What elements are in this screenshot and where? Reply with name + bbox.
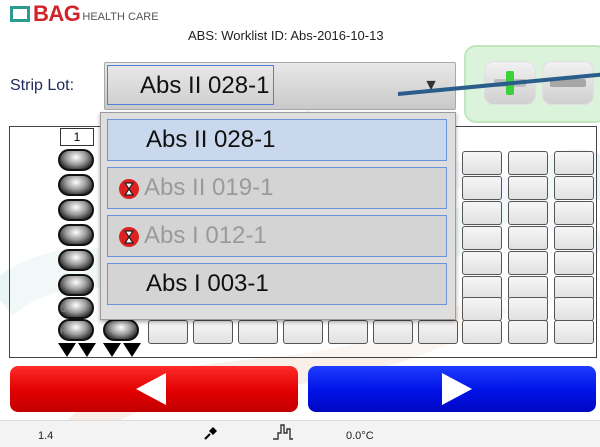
status-bar: 1.4 0.0°C	[0, 420, 600, 447]
strip-marker-icon	[78, 343, 96, 357]
grid-cell[interactable]	[462, 151, 502, 175]
grid-cell[interactable]	[462, 251, 502, 275]
option-label: Abs II 019-1	[144, 174, 274, 201]
grid-cell[interactable]	[328, 320, 368, 344]
next-button[interactable]	[308, 366, 596, 412]
well[interactable]	[58, 224, 94, 246]
option-label: Abs I 003-1	[146, 270, 269, 297]
strip-marker-icon	[103, 343, 121, 357]
logo-square-icon	[10, 6, 30, 22]
well[interactable]	[58, 174, 94, 196]
grid-cell[interactable]	[462, 297, 502, 321]
grid-cell[interactable]	[508, 226, 548, 250]
grid-cell[interactable]	[508, 320, 548, 344]
grid-cell[interactable]	[418, 320, 458, 344]
option-label: Abs II 028-1	[146, 126, 276, 153]
strip-marker-icon	[58, 343, 76, 357]
grid-cell[interactable]	[283, 320, 323, 344]
hourglass-icon	[119, 179, 139, 199]
grid-cell[interactable]	[554, 251, 594, 275]
back-button[interactable]	[10, 366, 298, 412]
strip-lot-option[interactable]: Abs II 028-1	[107, 119, 447, 161]
grid-cell[interactable]	[462, 320, 502, 344]
grid-cell[interactable]	[508, 176, 548, 200]
strip-lot-option[interactable]: Abs I 012-1	[107, 215, 447, 257]
strip-lot-option[interactable]: Abs II 019-1	[107, 167, 447, 209]
option-label: Abs I 012-1	[144, 222, 267, 249]
grid-cell[interactable]	[193, 320, 233, 344]
strip-lot-option[interactable]: Abs I 003-1	[107, 263, 447, 305]
waveform-icon	[273, 424, 293, 440]
grid-cell[interactable]	[554, 151, 594, 175]
hourglass-icon	[119, 227, 139, 247]
brand-name: BAG	[33, 1, 81, 26]
grid-cell[interactable]	[373, 320, 413, 344]
well[interactable]	[58, 149, 94, 171]
grid-cell[interactable]	[554, 297, 594, 321]
grid-cell[interactable]	[554, 226, 594, 250]
worklist-title: ABS: Worklist ID: Abs-2016-10-13	[188, 28, 384, 43]
back-arrow-icon	[136, 373, 166, 405]
well[interactable]	[58, 199, 94, 221]
strip-marker-icon	[123, 343, 141, 357]
brand-logo: BAG HEALTH CARE	[10, 1, 159, 27]
pin-icon	[204, 427, 217, 440]
well[interactable]	[58, 274, 94, 296]
grid-cell[interactable]	[238, 320, 278, 344]
grid-cell[interactable]	[462, 176, 502, 200]
pointer-line	[398, 72, 600, 96]
well[interactable]	[103, 319, 139, 341]
row-letter-h: H	[60, 326, 67, 336]
grid-cell[interactable]	[508, 201, 548, 225]
grid-cell[interactable]	[148, 320, 188, 344]
grid-cell[interactable]	[554, 176, 594, 200]
grid-cell[interactable]	[508, 251, 548, 275]
grid-cell[interactable]	[508, 151, 548, 175]
row-letter-g: G	[60, 304, 68, 314]
software-version: 1.4	[38, 430, 54, 442]
header: BAG HEALTH CARE ABS: Worklist ID: Abs-20…	[0, 0, 600, 44]
grid-cell[interactable]	[554, 201, 594, 225]
temperature-readout: 0.0°C	[346, 430, 374, 442]
strip-lot-dropdown: Abs II 028-1 Abs II 019-1 Abs I 012-1 Ab…	[100, 112, 456, 320]
strip-lot-selected-value: Abs II 028-1	[107, 65, 275, 105]
well[interactable]	[58, 249, 94, 271]
grid-cell[interactable]	[462, 226, 502, 250]
next-arrow-icon	[442, 373, 472, 405]
strip-lot-label: Strip Lot:	[10, 77, 75, 94]
grid-cell[interactable]	[508, 297, 548, 321]
grid-cell[interactable]	[554, 320, 594, 344]
brand-subtitle: HEALTH CARE	[82, 11, 159, 23]
strip-number: 1	[60, 128, 94, 146]
grid-cell[interactable]	[462, 201, 502, 225]
